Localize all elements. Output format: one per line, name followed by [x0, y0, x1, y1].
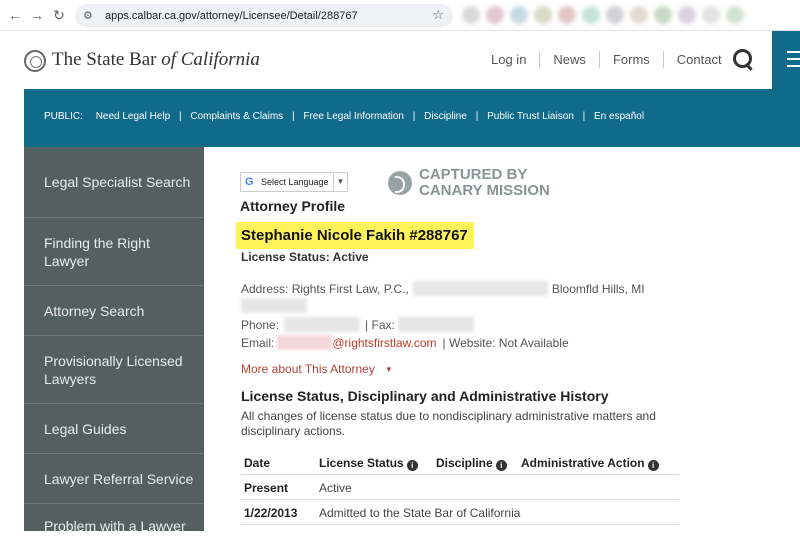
- extensions-area: [462, 6, 800, 25]
- info-icon[interactable]: i: [495, 460, 507, 471]
- col-discipline-label: Discipline: [436, 456, 493, 470]
- watermark-line1: CAPTURED BY: [419, 166, 528, 183]
- url-text: apps.calbar.ca.gov/attorney/Licensee/Det…: [105, 9, 358, 22]
- main-content: G Select Language ▼ CAPTURED BY CANARY M…: [204, 147, 800, 531]
- sidebar-item-legal-guides[interactable]: Legal Guides: [24, 404, 204, 454]
- address-row-2: [241, 298, 307, 313]
- hamburger-icon: [787, 51, 800, 72]
- table-header: Date License Status i Discipline i Adminis…: [241, 450, 679, 475]
- more-about-attorney-link[interactable]: More about This Attorney ▼: [241, 362, 393, 376]
- canary-logo-icon: [388, 171, 412, 195]
- top-nav: Log in News Forms Contact: [480, 51, 735, 68]
- phone-fax-row: Phone: | Fax:: [241, 317, 474, 332]
- link-discipline[interactable]: Discipline: [424, 111, 467, 122]
- brand-prefix: The State Bar: [52, 49, 162, 70]
- email-label: Email:: [241, 335, 275, 350]
- sidebar-item-problem-with-a-lawyer[interactable]: Problem with a Lawyer: [24, 504, 204, 554]
- address-label: Address: Rights First Law, P.C.,: [241, 281, 409, 296]
- link-need-legal-help[interactable]: Need Legal Help: [96, 111, 171, 122]
- history-heading: License Status, Disciplinary and Adminis…: [241, 388, 609, 404]
- redacted-address: [412, 281, 548, 296]
- browser-toolbar: ← → ↻ ⚙ apps.calbar.ca.gov/attorney/Lice…: [0, 0, 800, 31]
- email-row: Email: @rightsfirstlaw.com | Website: No…: [241, 335, 569, 350]
- col-license-status-label: License Status: [319, 456, 404, 470]
- nav-forms[interactable]: Forms: [598, 51, 663, 68]
- address-row: Address: Rights First Law, P.C., Bloomfl…: [241, 281, 645, 296]
- dropdown-arrow-icon: ▼: [333, 173, 347, 191]
- history-table: Date License Status i Discipline i Adminis…: [241, 450, 679, 525]
- link-public-trust-liaison[interactable]: Public Trust Liaison: [487, 111, 574, 122]
- sidebar-item-lawyer-referral-service[interactable]: Lawyer Referral Service: [24, 454, 204, 504]
- reload-icon[interactable]: ↻: [48, 4, 70, 26]
- bookmark-star-icon[interactable]: ☆: [432, 7, 444, 23]
- col-discipline: Discipline i: [436, 456, 507, 471]
- sidebar: Legal Specialist Search Finding the Righ…: [24, 147, 204, 534]
- site-header: The State Bar of California Log in News …: [0, 31, 800, 89]
- col-date: Date: [244, 456, 271, 470]
- caret-down-icon: ▼: [384, 364, 393, 374]
- redacted-email-user: [277, 335, 333, 350]
- col-admin-label: Administrative Action: [521, 456, 645, 470]
- redacted-fax: [397, 317, 474, 332]
- nav-news[interactable]: News: [539, 51, 599, 68]
- nav-contact[interactable]: Contact: [662, 51, 735, 68]
- email-link[interactable]: @rightsfirstlaw.com: [332, 336, 436, 350]
- address-bar[interactable]: ⚙ apps.calbar.ca.gov/attorney/Licensee/D…: [75, 4, 453, 27]
- phone-label: Phone:: [241, 317, 280, 332]
- license-status: License Status: Active: [241, 250, 369, 264]
- back-arrow-icon[interactable]: ←: [4, 4, 26, 26]
- watermark: CAPTURED BY CANARY MISSION: [388, 167, 550, 199]
- attorney-name: Stephanie Nicole Fakih #288767: [236, 222, 474, 249]
- row-status: Admitted to the State Bar of California: [319, 506, 521, 520]
- redacted-phone: [284, 317, 361, 332]
- site-info-icon[interactable]: ⚙: [83, 9, 99, 22]
- menu-button[interactable]: [772, 31, 800, 89]
- sidebar-item-legal-specialist-search[interactable]: Legal Specialist Search: [24, 147, 204, 218]
- website-text: | Website: Not Available: [442, 335, 569, 350]
- more-about-label: More about This Attorney: [241, 362, 375, 376]
- info-icon[interactable]: i: [406, 460, 418, 471]
- state-bar-seal-icon: [24, 50, 46, 72]
- sidebar-item-attorney-search[interactable]: Attorney Search: [24, 286, 204, 336]
- nav-login[interactable]: Log in: [480, 51, 539, 68]
- link-en-espanol[interactable]: En español: [594, 111, 644, 122]
- redacted-zip: [241, 298, 307, 313]
- row-date: Present: [244, 481, 289, 495]
- select-language-label: Select Language: [261, 177, 329, 187]
- address-city: Bloomfld Hills, MI: [551, 281, 645, 296]
- link-complaints-claims[interactable]: Complaints & Claims: [190, 111, 283, 122]
- google-g-icon: G: [245, 176, 254, 188]
- public-links-banner: PUBLIC: Need Legal Help | Complaints & C…: [24, 89, 800, 147]
- table-row: 1/22/2013 Admitted to the State Bar of C…: [241, 500, 679, 525]
- watermark-line2: CANARY MISSION: [419, 182, 550, 199]
- search-icon[interactable]: [731, 47, 757, 73]
- sidebar-item-finding-the-right-lawyer[interactable]: Finding the Right Lawyer: [24, 218, 204, 286]
- select-language-dropdown[interactable]: G Select Language ▼: [240, 172, 348, 192]
- history-description: All changes of license status due to non…: [241, 409, 656, 438]
- brand-california: California: [180, 49, 260, 70]
- info-icon[interactable]: i: [647, 460, 659, 471]
- site-logo[interactable]: The State Bar of California: [52, 49, 260, 71]
- fax-label: | Fax:: [365, 317, 395, 332]
- row-status: Active: [319, 481, 352, 495]
- link-free-legal-information[interactable]: Free Legal Information: [303, 111, 404, 122]
- row-date: 1/22/2013: [244, 506, 298, 520]
- forward-arrow-icon[interactable]: →: [26, 4, 48, 26]
- attorney-profile-heading: Attorney Profile: [240, 198, 346, 214]
- col-license-status: License Status i: [319, 456, 418, 471]
- col-administrative-action: Administrative Action i: [521, 456, 659, 471]
- sidebar-item-provisionally-licensed-lawyers[interactable]: Provisionally Licensed Lawyers: [24, 336, 204, 404]
- public-label: PUBLIC:: [44, 111, 83, 122]
- brand-of: of: [161, 49, 181, 70]
- table-row: Present Active: [241, 475, 679, 500]
